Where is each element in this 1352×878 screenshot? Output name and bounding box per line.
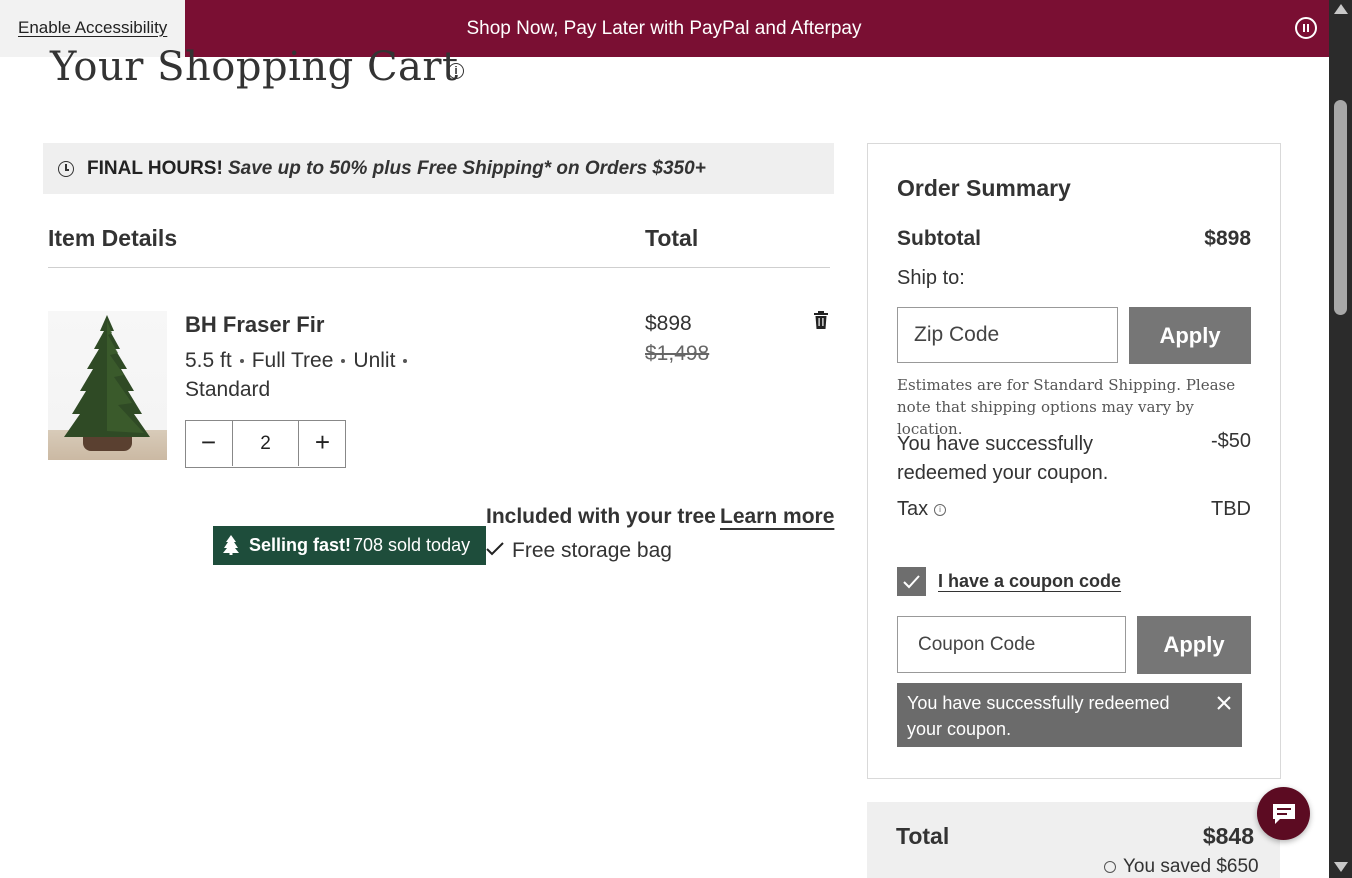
coupon-discount-amount: -$50 [1210, 430, 1251, 452]
clock-icon [58, 161, 74, 177]
separator-dot [341, 359, 346, 364]
option-stand: Standard [185, 378, 271, 401]
close-icon[interactable] [1215, 694, 1233, 712]
enable-accessibility-link[interactable]: Enable Accessibility [18, 18, 167, 38]
page-title: Your Shopping Cart [50, 44, 459, 90]
checkmark-icon [486, 542, 504, 556]
scroll-down-arrow-icon[interactable] [1334, 862, 1348, 872]
trash-icon[interactable] [813, 311, 829, 329]
item-details-header: Item Details [48, 225, 178, 251]
subtotal-value: $898 [1204, 227, 1251, 250]
quantity-decrease-button[interactable]: − [185, 420, 233, 466]
selling-fast-label: Selling fast! [249, 535, 352, 555]
header-divider [48, 267, 830, 268]
tree-icon [223, 535, 239, 555]
quantity-increase-button[interactable]: + [298, 420, 346, 466]
coupon-checkbox[interactable] [897, 567, 926, 596]
coupon-code-input[interactable] [897, 616, 1126, 673]
item-price: $898 [645, 312, 692, 335]
deal-description: Save up to 50% plus Free Shipping* on Or… [228, 158, 706, 179]
promo-banner-text[interactable]: Shop Now, Pay Later with PayPal and Afte… [185, 18, 1143, 40]
scroll-up-arrow-icon[interactable] [1334, 4, 1348, 14]
zip-code-input[interactable] [897, 307, 1118, 363]
subtotal-label: Subtotal [897, 227, 981, 250]
total-label: Total [896, 823, 950, 849]
coupon-checkbox-label[interactable]: I have a coupon code [938, 571, 1121, 592]
toast-message: You have successfully redeemed your coup… [907, 693, 1170, 739]
coupon-redeemed-message: You have successfully redeemed your coup… [897, 433, 1109, 484]
deal-headline: FINAL HOURS! [87, 158, 223, 179]
product-options: 5.5 ft Full Tree Unlit Standard [185, 346, 445, 404]
ship-to-label: Ship to: [897, 267, 965, 289]
total-column-header: Total [645, 225, 699, 251]
item-original-price: $1,498 [645, 342, 710, 365]
tax-label: Tax [897, 498, 929, 520]
option-lights: Unlit [353, 349, 396, 372]
sold-today-count: 708 sold today [353, 535, 471, 555]
savings-text: You saved $650 [1123, 856, 1259, 877]
tax-info-icon[interactable]: i [934, 504, 946, 516]
checkmark-icon [903, 575, 920, 589]
quantity-input[interactable]: 2 [233, 420, 298, 466]
zip-apply-button[interactable]: Apply [1129, 307, 1251, 364]
scrollbar-thumb[interactable] [1334, 100, 1347, 315]
total-value: $848 [1202, 823, 1254, 849]
included-item: Free storage bag [512, 539, 672, 562]
order-summary-title: Order Summary [897, 175, 1071, 201]
pause-icon[interactable] [1295, 17, 1317, 39]
separator-dot [239, 359, 244, 364]
product-image[interactable] [48, 311, 167, 460]
tax-value: TBD [1211, 498, 1251, 520]
savings-info-icon[interactable] [1104, 861, 1116, 873]
option-shape: Full Tree [251, 349, 334, 372]
learn-more-link[interactable]: Learn more [720, 505, 834, 529]
coupon-apply-button[interactable]: Apply [1137, 616, 1251, 674]
separator-dot [403, 359, 408, 364]
option-height: 5.5 ft [185, 349, 232, 372]
chat-icon[interactable] [1271, 802, 1297, 826]
info-icon[interactable]: i [448, 63, 464, 79]
included-title: Included with your tree [486, 505, 716, 528]
product-name[interactable]: BH Fraser Fir [185, 312, 324, 338]
christmas-tree-image [64, 315, 150, 451]
